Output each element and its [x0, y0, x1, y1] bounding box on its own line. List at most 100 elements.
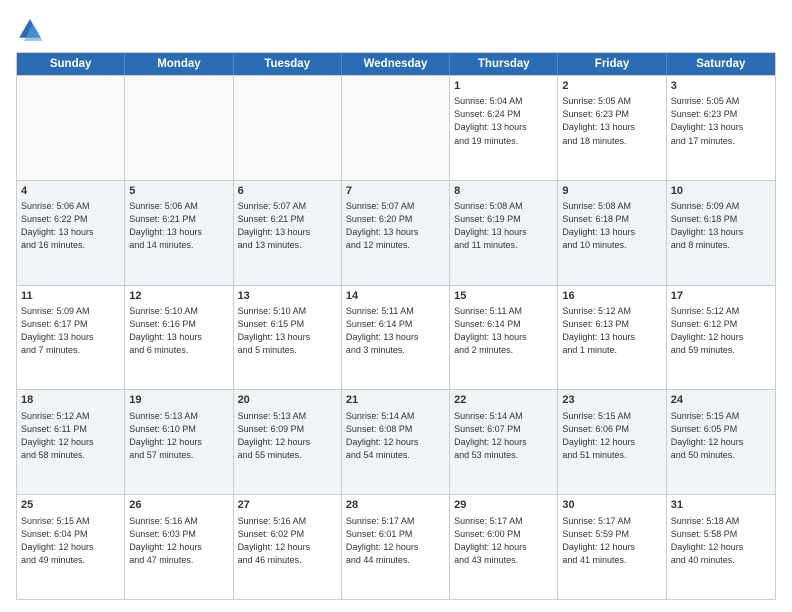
day-info: Sunrise: 5:16 AM Sunset: 6:02 PM Dayligh… — [238, 515, 337, 567]
day-number: 4 — [21, 184, 120, 199]
day-number: 3 — [671, 79, 771, 94]
day-info: Sunrise: 5:12 AM Sunset: 6:11 PM Dayligh… — [21, 410, 120, 462]
day-cell: 25 Sunrise: 5:15 AM Sunset: 6:04 PM Dayli… — [17, 495, 125, 599]
day-number: 6 — [238, 184, 337, 199]
day-number: 28 — [346, 498, 445, 513]
day-cell: 9Sunrise: 5:08 AM Sunset: 6:18 PM Daylig… — [558, 181, 666, 285]
day-info: Sunrise: 5:15 AM Sunset: 6:06 PM Dayligh… — [562, 410, 661, 462]
day-info: Sunrise: 5:08 AM Sunset: 6:19 PM Dayligh… — [454, 200, 553, 252]
day-cell: 29 Sunrise: 5:17 AM Sunset: 6:00 PM Dayli… — [450, 495, 558, 599]
day-info: Sunrise: 5:17 AM Sunset: 6:01 PM Dayligh… — [346, 515, 445, 567]
day-cell: 5Sunrise: 5:06 AM Sunset: 6:21 PM Daylig… — [125, 181, 233, 285]
day-number: 14 — [346, 289, 445, 304]
day-cell: 10Sunrise: 5:09 AM Sunset: 6:18 PM Dayli… — [667, 181, 775, 285]
day-cell: 16Sunrise: 5:12 AM Sunset: 6:13 PM Dayli… — [558, 286, 666, 390]
day-cell: 26 Sunrise: 5:16 AM Sunset: 6:03 PM Dayli… — [125, 495, 233, 599]
day-number: 8 — [454, 184, 553, 199]
day-cell — [234, 76, 342, 180]
col-header-saturday: Saturday — [667, 53, 775, 75]
day-info: Sunrise: 5:07 AM Sunset: 6:21 PM Dayligh… — [238, 200, 337, 252]
calendar: SundayMondayTuesdayWednesdayThursdayFrid… — [16, 52, 776, 600]
day-info: Sunrise: 5:18 AM Sunset: 5:58 PM Dayligh… — [671, 515, 771, 567]
day-info: Sunrise: 5:06 AM Sunset: 6:21 PM Dayligh… — [129, 200, 228, 252]
day-info: Sunrise: 5:16 AM Sunset: 6:03 PM Dayligh… — [129, 515, 228, 567]
col-header-thursday: Thursday — [450, 53, 558, 75]
day-info: Sunrise: 5:05 AM Sunset: 6:23 PM Dayligh… — [562, 95, 661, 147]
calendar-row-1: 4Sunrise: 5:06 AM Sunset: 6:22 PM Daylig… — [17, 180, 775, 285]
day-cell: 14Sunrise: 5:11 AM Sunset: 6:14 PM Dayli… — [342, 286, 450, 390]
calendar-row-2: 11Sunrise: 5:09 AM Sunset: 6:17 PM Dayli… — [17, 285, 775, 390]
day-cell: 1Sunrise: 5:04 AM Sunset: 6:24 PM Daylig… — [450, 76, 558, 180]
calendar-header-row: SundayMondayTuesdayWednesdayThursdayFrid… — [17, 53, 775, 75]
day-info: Sunrise: 5:07 AM Sunset: 6:20 PM Dayligh… — [346, 200, 445, 252]
day-number: 12 — [129, 289, 228, 304]
logo — [16, 16, 48, 44]
day-info: Sunrise: 5:10 AM Sunset: 6:16 PM Dayligh… — [129, 305, 228, 357]
col-header-tuesday: Tuesday — [234, 53, 342, 75]
day-cell: 18 Sunrise: 5:12 AM Sunset: 6:11 PM Dayli… — [17, 390, 125, 494]
day-number: 26 — [129, 498, 228, 513]
col-header-friday: Friday — [558, 53, 666, 75]
day-info: Sunrise: 5:04 AM Sunset: 6:24 PM Dayligh… — [454, 95, 553, 147]
day-number: 18 — [21, 393, 120, 408]
day-cell: 6Sunrise: 5:07 AM Sunset: 6:21 PM Daylig… — [234, 181, 342, 285]
day-cell: 17Sunrise: 5:12 AM Sunset: 6:12 PM Dayli… — [667, 286, 775, 390]
calendar-row-3: 18 Sunrise: 5:12 AM Sunset: 6:11 PM Dayli… — [17, 389, 775, 494]
day-cell: 15Sunrise: 5:11 AM Sunset: 6:14 PM Dayli… — [450, 286, 558, 390]
day-cell: 30Sunrise: 5:17 AM Sunset: 5:59 PM Dayli… — [558, 495, 666, 599]
logo-icon — [16, 16, 44, 44]
day-info: Sunrise: 5:06 AM Sunset: 6:22 PM Dayligh… — [21, 200, 120, 252]
day-cell — [125, 76, 233, 180]
day-number: 15 — [454, 289, 553, 304]
day-number: 19 — [129, 393, 228, 408]
calendar-row-4: 25 Sunrise: 5:15 AM Sunset: 6:04 PM Dayli… — [17, 494, 775, 599]
day-cell: 8Sunrise: 5:08 AM Sunset: 6:19 PM Daylig… — [450, 181, 558, 285]
day-number: 22 — [454, 393, 553, 408]
day-number: 16 — [562, 289, 661, 304]
day-info: Sunrise: 5:17 AM Sunset: 6:00 PM Dayligh… — [454, 515, 553, 567]
day-cell — [17, 76, 125, 180]
day-cell: 21Sunrise: 5:14 AM Sunset: 6:08 PM Dayli… — [342, 390, 450, 494]
day-cell: 11Sunrise: 5:09 AM Sunset: 6:17 PM Dayli… — [17, 286, 125, 390]
day-info: Sunrise: 5:10 AM Sunset: 6:15 PM Dayligh… — [238, 305, 337, 357]
day-cell: 20 Sunrise: 5:13 AM Sunset: 6:09 PM Dayli… — [234, 390, 342, 494]
day-cell: 3Sunrise: 5:05 AM Sunset: 6:23 PM Daylig… — [667, 76, 775, 180]
day-cell: 22Sunrise: 5:14 AM Sunset: 6:07 PM Dayli… — [450, 390, 558, 494]
day-number: 20 — [238, 393, 337, 408]
day-number: 24 — [671, 393, 771, 408]
day-cell: 13Sunrise: 5:10 AM Sunset: 6:15 PM Dayli… — [234, 286, 342, 390]
day-info: Sunrise: 5:14 AM Sunset: 6:08 PM Dayligh… — [346, 410, 445, 462]
day-info: Sunrise: 5:09 AM Sunset: 6:18 PM Dayligh… — [671, 200, 771, 252]
day-info: Sunrise: 5:11 AM Sunset: 6:14 PM Dayligh… — [346, 305, 445, 357]
day-number: 31 — [671, 498, 771, 513]
day-info: Sunrise: 5:15 AM Sunset: 6:04 PM Dayligh… — [21, 515, 120, 567]
day-number: 1 — [454, 79, 553, 94]
day-cell: 27Sunrise: 5:16 AM Sunset: 6:02 PM Dayli… — [234, 495, 342, 599]
day-info: Sunrise: 5:13 AM Sunset: 6:09 PM Dayligh… — [238, 410, 337, 462]
day-info: Sunrise: 5:05 AM Sunset: 6:23 PM Dayligh… — [671, 95, 771, 147]
day-cell: 2Sunrise: 5:05 AM Sunset: 6:23 PM Daylig… — [558, 76, 666, 180]
col-header-monday: Monday — [125, 53, 233, 75]
day-cell: 24 Sunrise: 5:15 AM Sunset: 6:05 PM Dayli… — [667, 390, 775, 494]
day-cell: 23 Sunrise: 5:15 AM Sunset: 6:06 PM Dayli… — [558, 390, 666, 494]
calendar-row-0: 1Sunrise: 5:04 AM Sunset: 6:24 PM Daylig… — [17, 75, 775, 180]
day-number: 29 — [454, 498, 553, 513]
day-cell: 19Sunrise: 5:13 AM Sunset: 6:10 PM Dayli… — [125, 390, 233, 494]
day-info: Sunrise: 5:09 AM Sunset: 6:17 PM Dayligh… — [21, 305, 120, 357]
day-number: 10 — [671, 184, 771, 199]
day-number: 7 — [346, 184, 445, 199]
day-number: 23 — [562, 393, 661, 408]
day-info: Sunrise: 5:12 AM Sunset: 6:12 PM Dayligh… — [671, 305, 771, 357]
day-info: Sunrise: 5:08 AM Sunset: 6:18 PM Dayligh… — [562, 200, 661, 252]
col-header-sunday: Sunday — [17, 53, 125, 75]
header — [16, 16, 776, 44]
day-cell: 12Sunrise: 5:10 AM Sunset: 6:16 PM Dayli… — [125, 286, 233, 390]
calendar-body: 1Sunrise: 5:04 AM Sunset: 6:24 PM Daylig… — [17, 75, 775, 599]
day-info: Sunrise: 5:15 AM Sunset: 6:05 PM Dayligh… — [671, 410, 771, 462]
day-number: 9 — [562, 184, 661, 199]
day-cell: 31 Sunrise: 5:18 AM Sunset: 5:58 PM Dayli… — [667, 495, 775, 599]
day-info: Sunrise: 5:12 AM Sunset: 6:13 PM Dayligh… — [562, 305, 661, 357]
day-number: 25 — [21, 498, 120, 513]
day-number: 17 — [671, 289, 771, 304]
day-number: 13 — [238, 289, 337, 304]
